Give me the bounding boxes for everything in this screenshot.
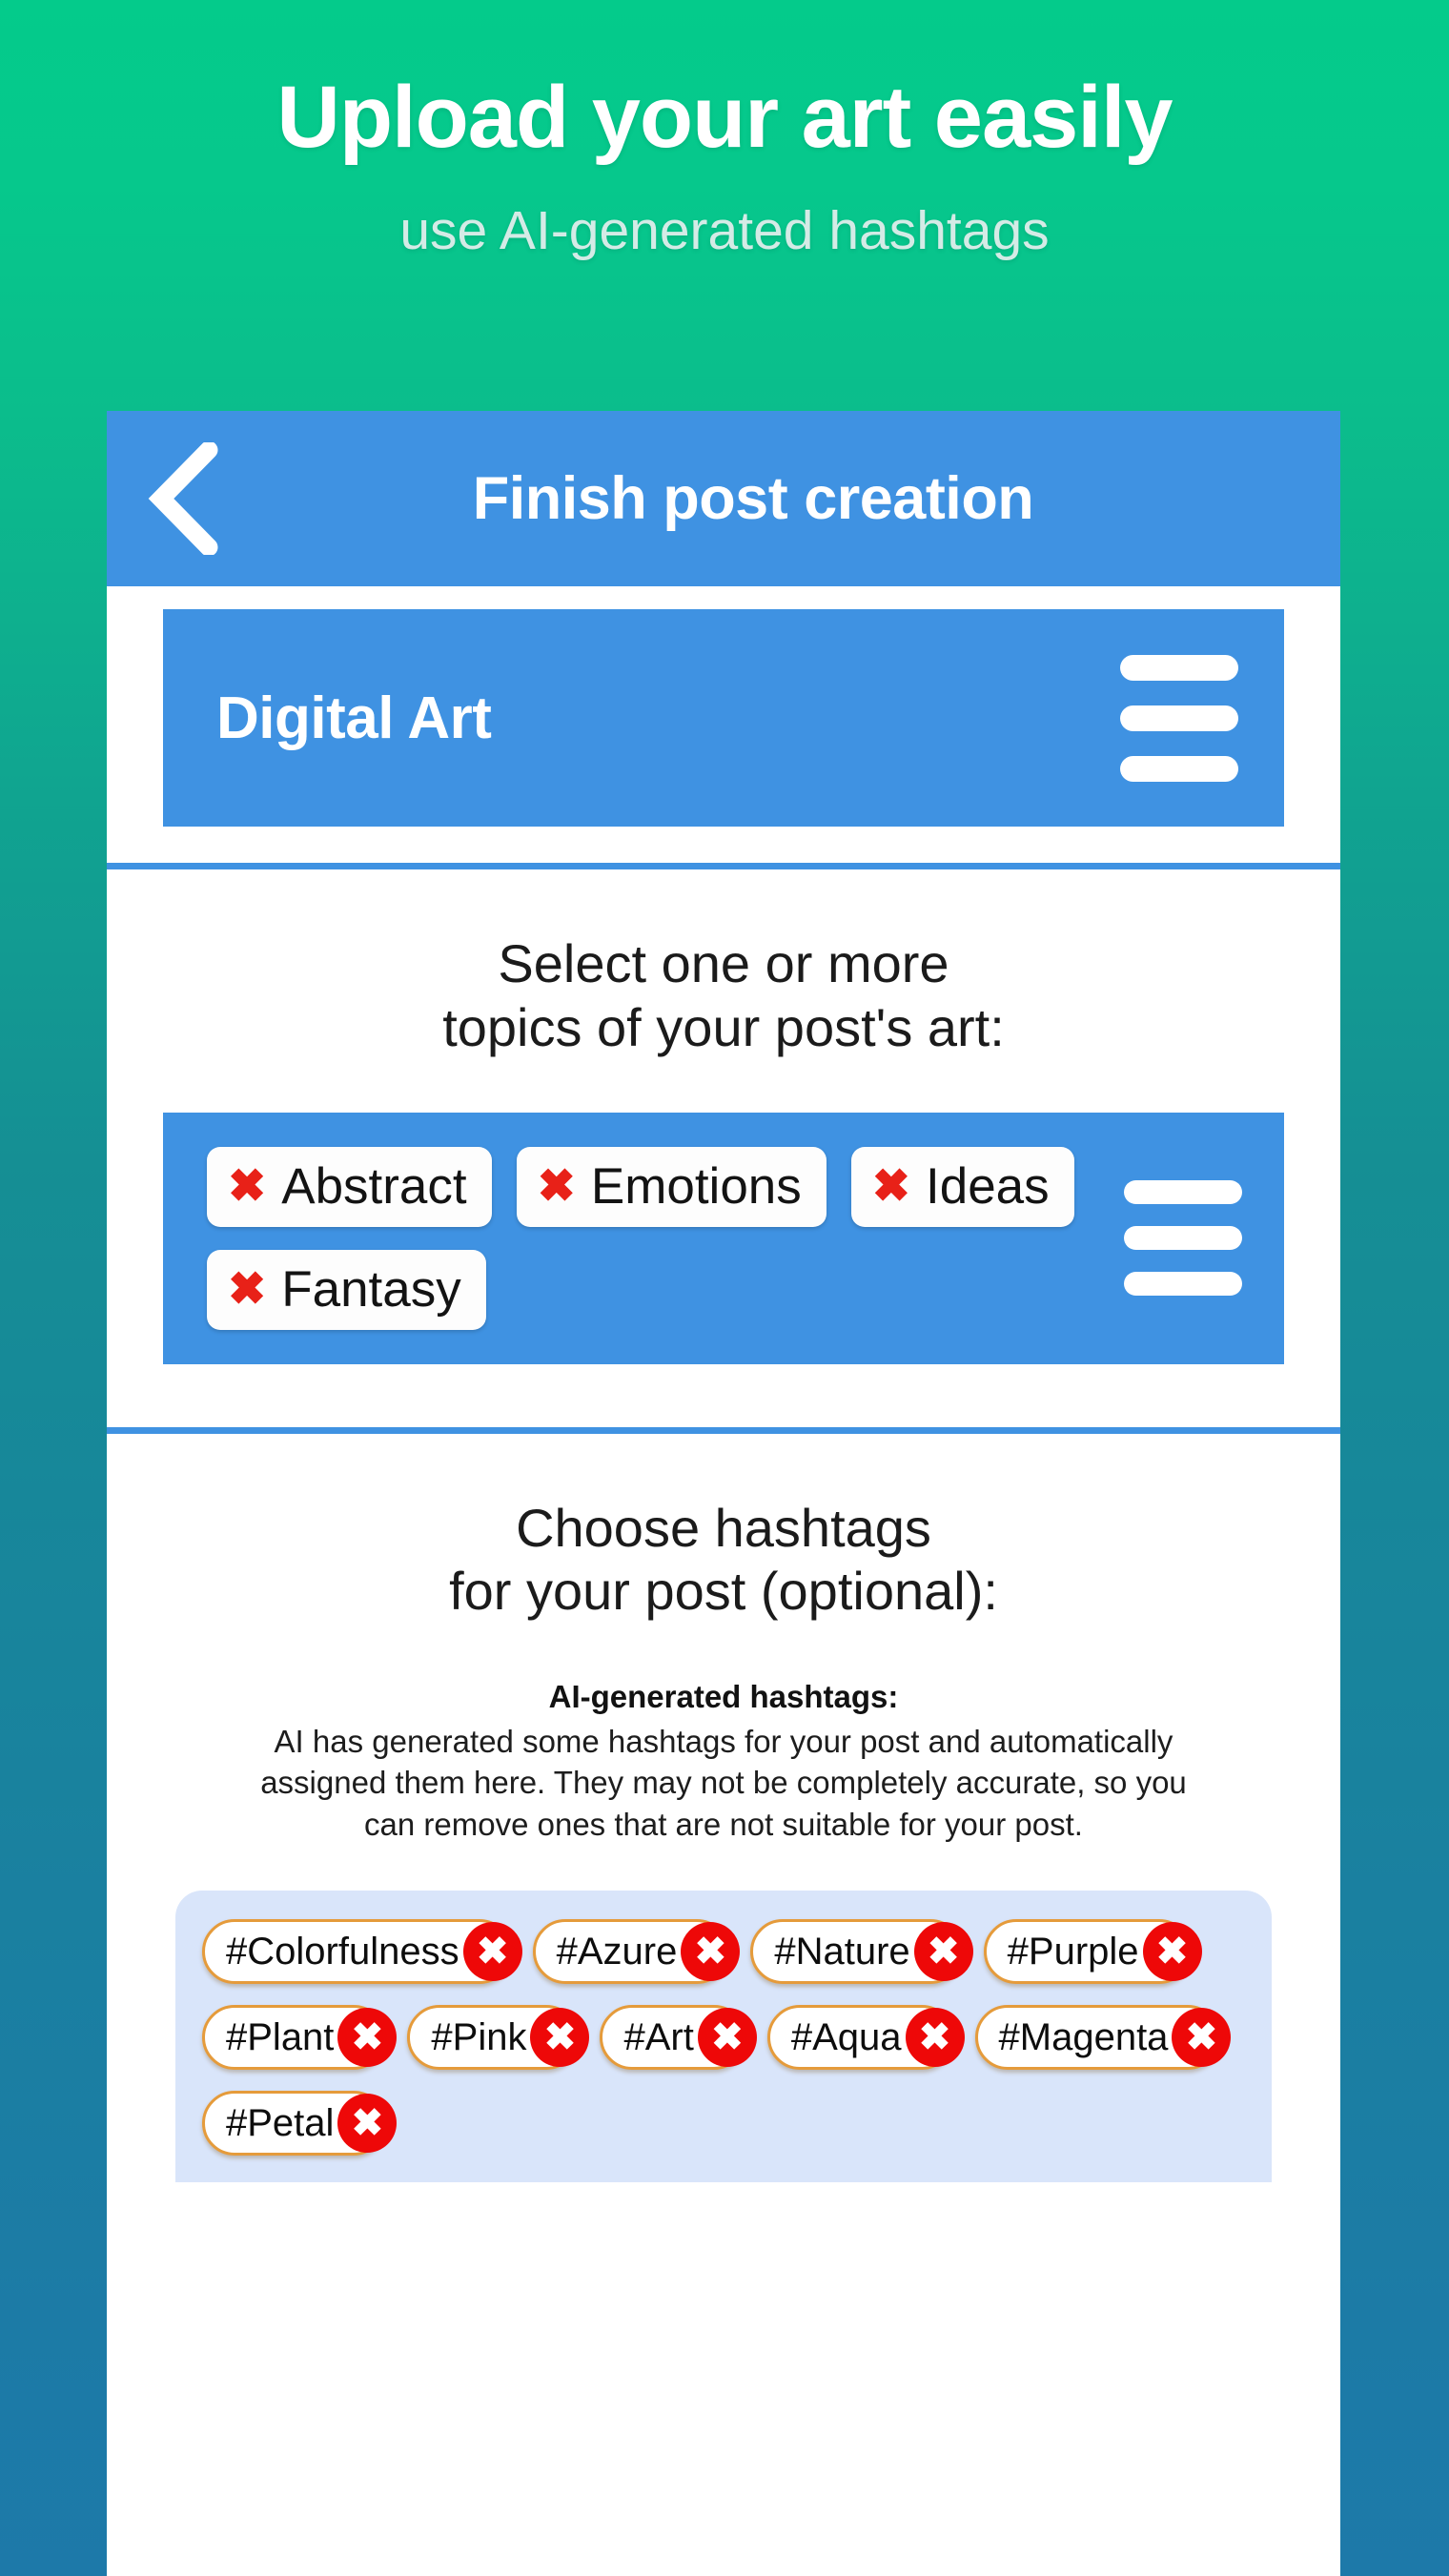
remove-hashtag-icon[interactable]: ✖ bbox=[913, 1922, 973, 1982]
topics-section: Select one or more topics of your post's… bbox=[107, 869, 1340, 1427]
hamburger-bar bbox=[1120, 755, 1238, 782]
hamburger-bar bbox=[1124, 1226, 1242, 1251]
remove-hashtag-icon[interactable]: ✖ bbox=[1142, 1922, 1202, 1982]
hashtag-label: #Plant bbox=[226, 2015, 335, 2058]
hashtag-chip[interactable]: #Magenta ✖ bbox=[974, 2005, 1232, 2071]
topic-chip-label: Ideas bbox=[926, 1158, 1050, 1216]
hamburger-menu-icon[interactable] bbox=[1124, 1180, 1242, 1297]
promo-title: Upload your art easily bbox=[276, 69, 1173, 166]
app-screenshot: Finish post creation Digital Art Select … bbox=[107, 411, 1340, 2576]
remove-topic-icon[interactable]: ✖ bbox=[228, 1164, 266, 1210]
hashtag-label: #Colorfulness bbox=[226, 1930, 459, 1973]
remove-hashtag-icon[interactable]: ✖ bbox=[530, 2008, 590, 2068]
remove-hashtag-icon[interactable]: ✖ bbox=[681, 1922, 741, 1982]
remove-hashtag-icon[interactable]: ✖ bbox=[337, 2008, 398, 2068]
remove-hashtag-icon[interactable]: ✖ bbox=[337, 2094, 398, 2154]
topic-chip-label: Fantasy bbox=[281, 1260, 461, 1318]
hamburger-bar bbox=[1124, 1272, 1242, 1297]
hashtags-heading-line1: Choose hashtags bbox=[516, 1497, 931, 1558]
promo-subtitle: use AI-generated hashtags bbox=[399, 200, 1050, 262]
remove-hashtag-icon[interactable]: ✖ bbox=[462, 1922, 522, 1982]
topic-chip-label: Abstract bbox=[281, 1158, 467, 1216]
hashtags-heading-line2: for your post (optional): bbox=[449, 1561, 998, 1622]
remove-hashtag-icon[interactable]: ✖ bbox=[697, 2008, 757, 2068]
hashtag-chip[interactable]: #Azure ✖ bbox=[532, 1919, 741, 1985]
hamburger-bar bbox=[1124, 1180, 1242, 1205]
section-divider bbox=[107, 1426, 1340, 1434]
hashtag-chip[interactable]: #Plant ✖ bbox=[202, 2005, 398, 2071]
hashtag-chip[interactable]: #Purple ✖ bbox=[983, 1919, 1202, 1985]
hashtag-label: #Purple bbox=[1007, 1930, 1139, 1973]
ai-note-title: AI-generated hashtags: bbox=[548, 1678, 899, 1714]
remove-topic-icon[interactable]: ✖ bbox=[228, 1266, 266, 1313]
topic-chip[interactable]: ✖ Emotions bbox=[516, 1147, 827, 1227]
ai-note-body: AI has generated some hashtags for your … bbox=[260, 1723, 1187, 1842]
hashtag-chip[interactable]: #Petal ✖ bbox=[202, 2091, 398, 2157]
topics-bottom-spacer bbox=[107, 1364, 1340, 1427]
topic-chip-label: Emotions bbox=[590, 1158, 802, 1216]
hamburger-bar bbox=[1120, 705, 1238, 731]
topics-heading-line2: topics of your post's art: bbox=[442, 996, 1005, 1057]
post-title-field[interactable]: Digital Art bbox=[163, 609, 1284, 827]
hashtag-chip[interactable]: #Art ✖ bbox=[600, 2005, 757, 2071]
hashtag-label: #Azure bbox=[556, 1930, 678, 1973]
app-bar-title: Finish post creation bbox=[472, 465, 1034, 532]
hashtag-chip[interactable]: #Colorfulness ✖ bbox=[202, 1919, 522, 1985]
hashtag-chip[interactable]: #Nature ✖ bbox=[750, 1919, 973, 1985]
hashtag-label: #Pink bbox=[431, 2015, 527, 2058]
app-bar: Finish post creation bbox=[107, 411, 1340, 586]
hashtag-label: #Aqua bbox=[790, 2015, 902, 2058]
topics-panel[interactable]: ✖ Abstract ✖ Emotions ✖ Ideas ✖ Fantasy bbox=[163, 1113, 1284, 1364]
promo-header: Upload your art easily use AI-generated … bbox=[0, 0, 1449, 261]
topic-chip[interactable]: ✖ Abstract bbox=[207, 1147, 492, 1227]
topics-heading: Select one or more topics of your post's… bbox=[107, 869, 1340, 1059]
hashtag-chip[interactable]: #Pink ✖ bbox=[407, 2005, 590, 2071]
hashtag-label: #Art bbox=[623, 2015, 694, 2058]
hamburger-menu-icon[interactable] bbox=[1120, 654, 1238, 782]
remove-topic-icon[interactable]: ✖ bbox=[872, 1164, 910, 1210]
post-title-block: Digital Art bbox=[107, 586, 1340, 863]
section-divider bbox=[107, 863, 1340, 869]
post-title-value: Digital Art bbox=[216, 685, 492, 751]
hashtag-label: #Magenta bbox=[998, 2015, 1169, 2058]
topic-chip[interactable]: ✖ Ideas bbox=[850, 1147, 1074, 1227]
topic-chip[interactable]: ✖ Fantasy bbox=[207, 1249, 486, 1330]
remove-hashtag-icon[interactable]: ✖ bbox=[905, 2008, 965, 2068]
remove-hashtag-icon[interactable]: ✖ bbox=[1172, 2008, 1232, 2068]
hashtag-label: #Petal bbox=[226, 2101, 335, 2144]
remove-topic-icon[interactable]: ✖ bbox=[538, 1164, 576, 1210]
topic-chip-list: ✖ Abstract ✖ Emotions ✖ Ideas ✖ Fantasy bbox=[207, 1147, 1092, 1330]
hashtags-section: Choose hashtags for your post (optional)… bbox=[107, 1433, 1340, 2183]
hashtag-label: #Nature bbox=[774, 1930, 910, 1973]
hamburger-bar bbox=[1120, 654, 1238, 681]
topics-heading-line1: Select one or more bbox=[498, 933, 949, 993]
hashtags-heading: Choose hashtags for your post (optional)… bbox=[107, 1434, 1340, 1624]
hashtag-chip-list[interactable]: #Colorfulness ✖ #Azure ✖ #Nature ✖ #Purp… bbox=[175, 1891, 1272, 2183]
hashtag-chip[interactable]: #Aqua ✖ bbox=[766, 2005, 965, 2071]
